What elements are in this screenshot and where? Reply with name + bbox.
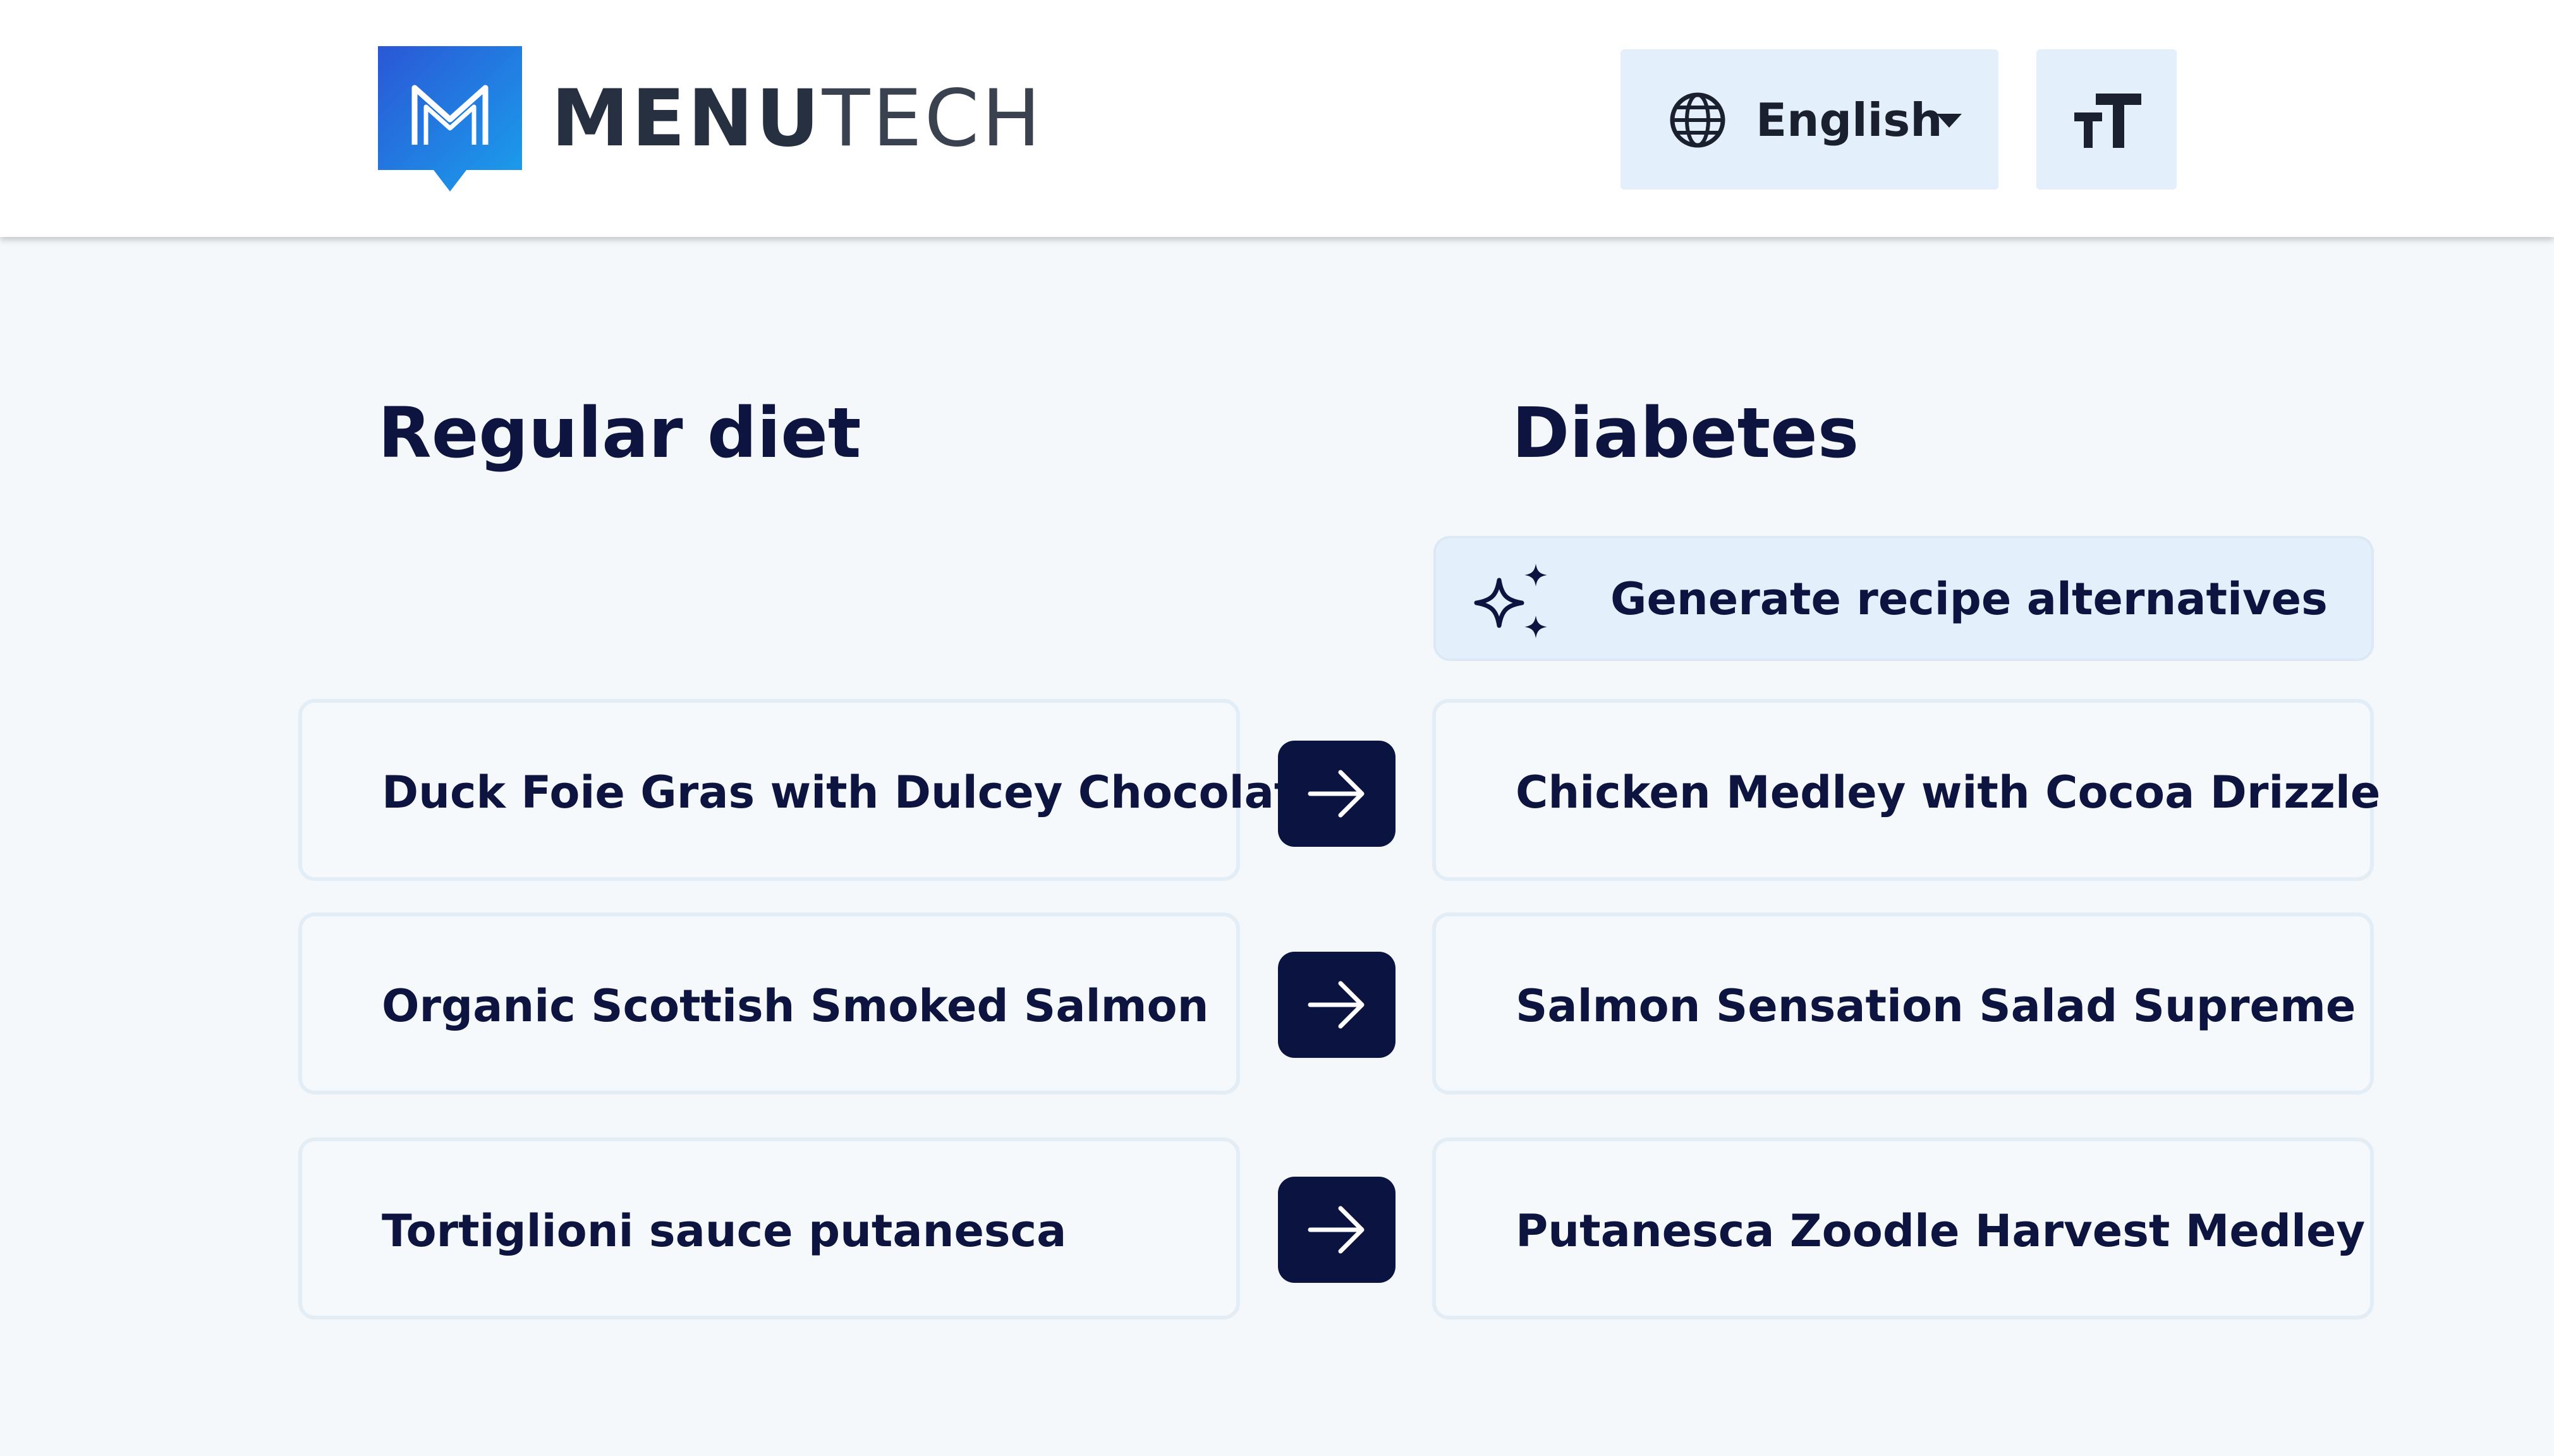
brand-wordmark-light: TECH [822, 73, 1043, 164]
diabetes-recipe-name: Salmon Sensation Salad Supreme [1516, 980, 2356, 1032]
text-size-button[interactable] [2036, 49, 2177, 190]
language-label: English [1756, 94, 1943, 147]
app-header: MENUTECH English [0, 0, 2554, 237]
regular-recipe-name: Organic Scottish Smoked Salmon [382, 980, 1209, 1032]
convert-arrow-button[interactable] [1278, 1177, 1396, 1283]
convert-arrow-button[interactable] [1278, 952, 1396, 1058]
regular-recipe-name: Duck Foie Gras with Dulcey Chocolate [382, 767, 1325, 818]
brand-wordmark-bold: MENU [551, 73, 822, 164]
diabetes-recipe-name: Putanesca Zoodle Harvest Medley [1516, 1205, 2366, 1257]
convert-arrow-button[interactable] [1278, 741, 1396, 847]
diabetes-recipe-name: Chicken Medley with Cocoa Drizzle [1516, 767, 2381, 818]
caret-down-icon [1937, 114, 1962, 128]
regular-recipe-card[interactable]: Duck Foie Gras with Dulcey Chocolate [298, 699, 1325, 881]
generate-alternatives-label: Generate recipe alternatives [1610, 573, 2328, 625]
regular-recipe-card[interactable]: Organic Scottish Smoked Salmon [298, 913, 1240, 1095]
arrow-right-icon [1308, 981, 1365, 1029]
language-select[interactable]: English [1621, 49, 1998, 190]
arrow-right-icon [1308, 770, 1365, 818]
regular-diet-heading: Regular diet [378, 392, 861, 473]
arrow-right-icon [1308, 1206, 1365, 1254]
menutech-logo-icon[interactable] [378, 46, 522, 191]
brand-wordmark: MENUTECH [551, 75, 1043, 163]
regular-recipe-card[interactable]: Tortiglioni sauce putanesca [298, 1138, 1240, 1320]
generate-alternatives-button[interactable]: Generate recipe alternatives [1433, 536, 2374, 661]
diabetes-recipe-card[interactable]: Salmon Sensation Salad Supreme [1432, 913, 2374, 1095]
text-size-icon [2074, 94, 2141, 148]
diabetes-recipe-card[interactable]: Putanesca Zoodle Harvest Medley [1432, 1138, 2374, 1320]
diabetes-heading: Diabetes [1512, 392, 1859, 473]
sparkles-icon [1474, 564, 1547, 638]
regular-recipe-name: Tortiglioni sauce putanesca [382, 1205, 1067, 1257]
diabetes-recipe-card[interactable]: Chicken Medley with Cocoa Drizzle [1432, 699, 2380, 881]
globe-icon [1670, 92, 1725, 148]
